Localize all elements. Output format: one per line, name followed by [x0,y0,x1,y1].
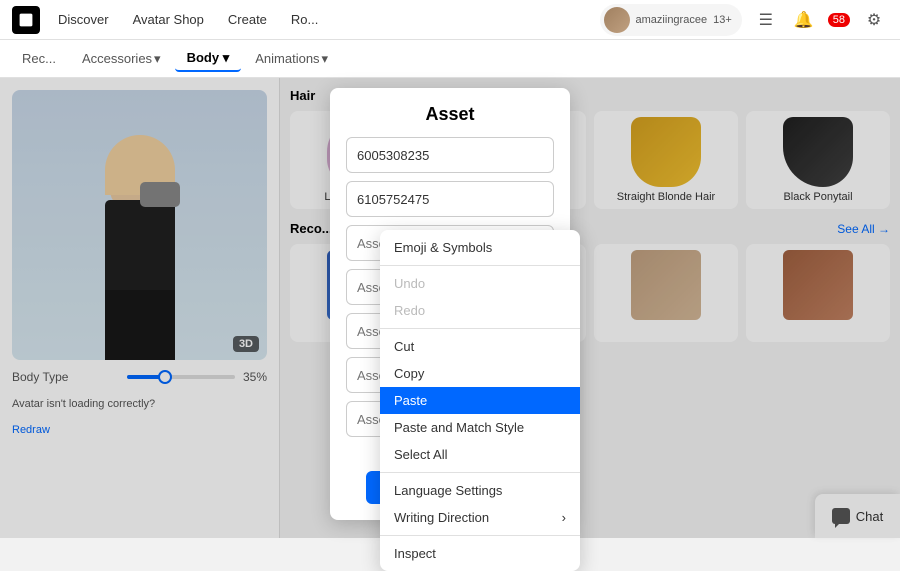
nav-avatar-shop[interactable]: Avatar Shop [123,8,214,31]
tab-body[interactable]: Body ▾ [175,46,242,72]
ctx-paste-match[interactable]: Paste and Match Style [380,414,580,441]
tab-animations[interactable]: Animations ▾ [245,47,338,71]
ctx-emoji[interactable]: Emoji & Symbols [380,234,580,261]
username: amaziingracee [636,14,708,26]
tab-rec[interactable]: Rec... [10,47,68,70]
user-chip[interactable]: amaziingracee 13+ [600,4,742,36]
nav-discover[interactable]: Discover [48,8,119,31]
asset-input-1[interactable] [346,137,554,173]
ctx-copy[interactable]: Copy [380,360,580,387]
ctx-inspect[interactable]: Inspect [380,540,580,567]
context-menu: Emoji & Symbols Undo Redo Cut Copy Paste… [380,230,580,571]
secondary-nav: Rec... Accessories ▾ Body ▾ Animations ▾ [0,40,900,78]
user-avatar [604,7,630,33]
nav-create[interactable]: Create [218,8,277,31]
ctx-divider [380,472,580,473]
tab-accessories[interactable]: Accessories ▾ [72,47,171,71]
messages-icon[interactable]: ☰ [752,6,780,34]
nav-links: Discover Avatar Shop Create Ro... [48,8,600,31]
ctx-paste[interactable]: Paste [380,387,580,414]
settings-icon[interactable]: ⚙ [860,6,888,34]
nav-right: amaziingracee 13+ ☰ 🔔 58 ⚙ [600,4,888,36]
asset-input-2[interactable] [346,181,554,217]
ctx-divider [380,535,580,536]
ctx-redo: Redo [380,297,580,324]
top-nav: Discover Avatar Shop Create Ro... amazii… [0,0,900,40]
ctx-divider [380,265,580,266]
ctx-writing-dir[interactable]: Writing Direction› [380,504,580,531]
nav-ro[interactable]: Ro... [281,8,328,31]
dialog-title: Asset [346,104,554,125]
content-area: 3D Body Type 35% Avatar isn't loading co… [0,78,900,538]
roblox-logo[interactable] [12,6,40,34]
notif-count: 58 [828,13,850,27]
age-tag: 13+ [713,14,732,26]
ctx-cut[interactable]: Cut [380,333,580,360]
ctx-divider [380,328,580,329]
ctx-undo: Undo [380,270,580,297]
ctx-select-all[interactable]: Select All [380,441,580,468]
notifications-icon[interactable]: 🔔 [790,6,818,34]
